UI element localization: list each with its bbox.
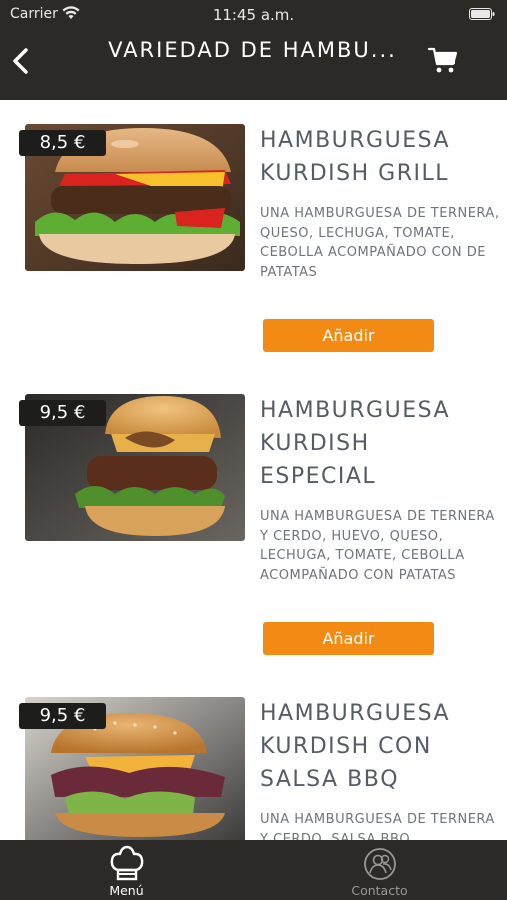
product-name-line: HAMBURGUESA bbox=[260, 701, 451, 726]
price-badge: 8,5 € bbox=[19, 130, 106, 156]
product-name-line: HAMBURGUESA bbox=[260, 128, 451, 153]
price-badge: 9,5 € bbox=[19, 400, 106, 426]
product-description: UNA HAMBURGUESA DE TERNERA Y CERDO, HUEV… bbox=[260, 509, 495, 583]
tab-bar: Menú Contacto bbox=[0, 840, 507, 900]
tab-contact[interactable]: Contacto bbox=[253, 840, 506, 900]
price-badge: 9,5 € bbox=[19, 703, 106, 729]
status-time: 11:45 a.m. bbox=[212, 6, 295, 24]
product-name-line: HAMBURGUESA bbox=[260, 398, 451, 423]
page-title: VARIEDAD DE HAMBU... bbox=[108, 38, 397, 62]
chef-hat-icon bbox=[110, 845, 144, 881]
product-card: 9,5 € HAMBURGUESA KURDISH ESPECIAL UNA H… bbox=[0, 394, 507, 694]
contact-person-icon bbox=[364, 848, 396, 880]
product-description: UNA HAMBURGUESA DE TERNERA, QUESO, LECHU… bbox=[260, 206, 500, 280]
add-to-cart-button[interactable]: Añadir bbox=[263, 319, 434, 352]
status-bar: Carrier 11:45 a.m. bbox=[0, 4, 507, 26]
battery-icon bbox=[469, 8, 495, 20]
product-description: UNA HAMBURGUESA DE TERNERA Y CERDO, SALS… bbox=[260, 812, 495, 840]
product-name-line: ESPECIAL bbox=[260, 464, 377, 489]
top-bar: Carrier 11:45 a.m. VARIEDAD DE HAMBU... bbox=[0, 0, 507, 100]
product-list[interactable]: 8,5 € HAMBURGUESA KURDISH GRILL UNA HAMB… bbox=[0, 100, 507, 840]
product-name: HAMBURGUESA KURDISH CON SALSA BBQ bbox=[260, 697, 500, 796]
app-screen: Carrier 11:45 a.m. VARIEDAD DE HAMBU... bbox=[0, 0, 507, 900]
product-name-line: KURDISH bbox=[260, 431, 370, 456]
chevron-left-icon[interactable] bbox=[10, 47, 32, 75]
cart-icon[interactable] bbox=[427, 44, 459, 76]
product-card: 8,5 € HAMBURGUESA KURDISH GRILL UNA HAMB… bbox=[0, 124, 507, 384]
product-name: HAMBURGUESA KURDISH ESPECIAL bbox=[260, 394, 500, 493]
tab-contact-label: Contacto bbox=[351, 883, 408, 898]
tab-menu-label: Menú bbox=[109, 883, 144, 898]
product-name-line: KURDISH GRILL bbox=[260, 161, 449, 186]
product-name-line: KURDISH CON bbox=[260, 734, 432, 759]
add-to-cart-button[interactable]: Añadir bbox=[263, 622, 434, 655]
product-name: HAMBURGUESA KURDISH GRILL bbox=[260, 124, 500, 190]
product-name-line: SALSA BBQ bbox=[260, 767, 400, 792]
tab-menu[interactable]: Menú bbox=[0, 840, 253, 900]
product-card: 9,5 € HAMBURGUESA KURDISH CON SALSA BBQ … bbox=[0, 697, 507, 840]
